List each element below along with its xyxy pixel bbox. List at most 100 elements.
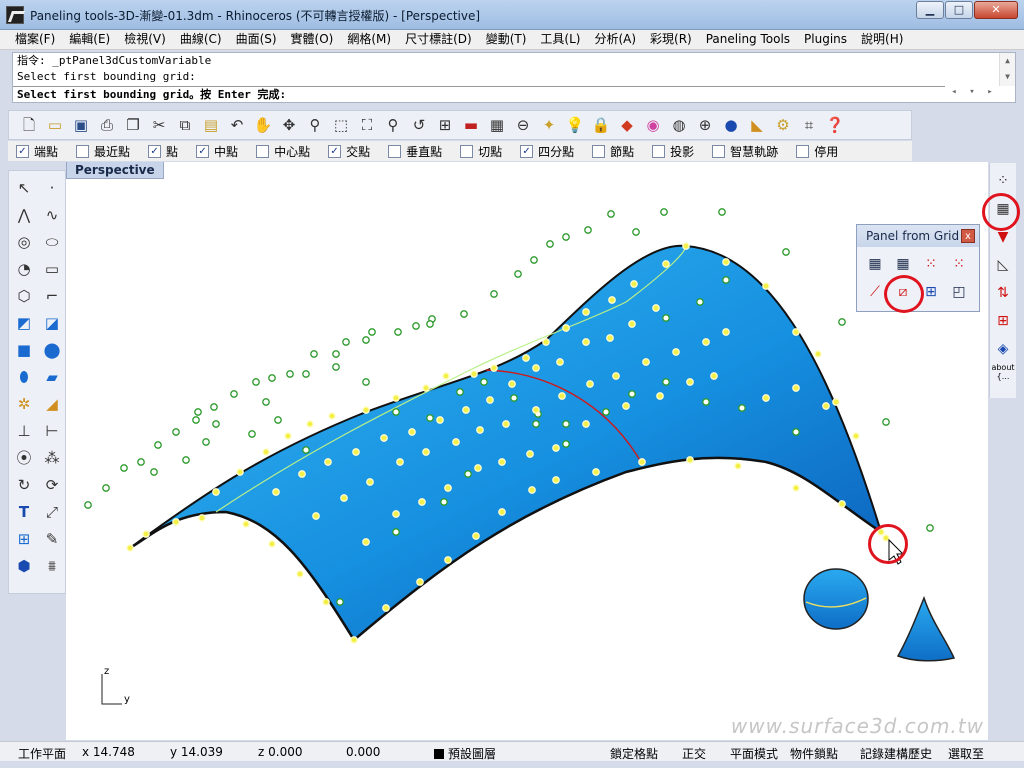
panel-grid-icon[interactable]: ▦ [861,250,889,278]
menu-plugins[interactable]: Plugins [797,30,854,49]
osnap-option[interactable]: 中心點 [256,143,310,160]
menu-edit[interactable]: 編輯(E) [62,30,117,49]
polyline-icon[interactable]: ⋀ [10,201,38,228]
menu-paneling-tools[interactable]: Paneling Tools [699,30,797,49]
osnap-option[interactable]: 垂直點 [388,143,442,160]
panel-custom-icon[interactable]: ⁙ [917,250,945,278]
pan-hand-icon[interactable]: ✋ [251,113,275,137]
osnap-checkbox[interactable] [796,144,810,158]
menu-curve[interactable]: 曲線(C) [173,30,229,49]
print-icon[interactable]: ⎙ [95,113,119,137]
status-snap-toggle[interactable]: 鎖定格點 [610,745,658,762]
settings-gears-icon[interactable]: ⚙ [771,113,795,137]
osnap-option[interactable]: ✓ 交點 [328,143,370,160]
status-history-toggle[interactable]: 記錄建構歷史 [860,745,932,762]
command-arrows[interactable]: ◂ ▾ ▸ [945,87,999,97]
move-icon[interactable]: ⊥ [10,417,38,444]
menu-solid[interactable]: 實體(O) [284,30,341,49]
extrude-surface-icon[interactable]: ◪ [38,309,66,336]
scale-icon[interactable]: ⤢ [38,498,66,525]
osnap-checkbox[interactable] [592,144,606,158]
status-osnap-toggle[interactable]: 物件鎖點 [790,745,838,762]
status-layer[interactable]: 預設圖層 [434,745,496,762]
car-icon[interactable]: ▬ [459,113,483,137]
rotate-icon[interactable]: ↻ [10,471,38,498]
point-light-icon[interactable]: ✦ [537,113,561,137]
osnap-checkbox[interactable] [460,144,474,158]
menu-tools[interactable]: 工具(L) [533,30,587,49]
menu-analyze[interactable]: 分析(A) [587,30,643,49]
menu-view[interactable]: 檢視(V) [117,30,173,49]
maximize-button[interactable]: □ [945,1,973,19]
rotate-3d-icon[interactable]: ⟳ [38,471,66,498]
help-icon[interactable]: ❓ [823,113,847,137]
grid-points-icon[interactable]: ⁘ [991,167,1015,195]
osnap-option[interactable]: ✓ 中點 [196,143,238,160]
fillet-icon[interactable]: ⌐ [38,282,66,309]
boolean-union-icon[interactable]: ⬤ [38,336,66,363]
paste-icon[interactable]: ▤ [199,113,223,137]
menu-mesh[interactable]: 網格(M) [340,30,398,49]
zoom-extents-icon[interactable]: ⛶ [355,113,379,137]
dimension-icon[interactable]: ⩩ [38,552,66,579]
rectangle-icon[interactable]: ▭ [38,255,66,282]
select-arrow-icon[interactable]: ↖ [10,174,38,201]
osnap-option[interactable]: 切點 [460,143,502,160]
sphere-mesh-icon[interactable]: ⊕ [693,113,717,137]
point-icon[interactable]: · [38,174,66,201]
osnap-option[interactable]: 智慧軌跡 [712,143,778,160]
grid-arrows-icon[interactable]: ⇅ [991,279,1015,307]
viewport-canvas[interactable]: z y [66,162,988,740]
curve-icon[interactable]: ∿ [38,201,66,228]
panel-bounding-icon[interactable]: ◰ [945,278,973,306]
polygon-icon[interactable]: ⬡ [10,282,38,309]
cut-icon[interactable]: ✂ [147,113,171,137]
osnap-option[interactable]: 停用 [796,143,838,160]
osnap-checkbox[interactable]: ✓ [16,144,29,158]
menu-render[interactable]: 彩現(R) [643,30,699,49]
arc-icon[interactable]: ◔ [10,255,38,282]
panel-title[interactable]: Panel from Grid x [857,225,979,247]
osnap-checkbox[interactable]: ✓ [148,144,162,158]
panel-close-button[interactable]: x [961,229,975,243]
osnap-option[interactable]: 投影 [652,143,694,160]
surface-corner-icon[interactable]: ◩ [10,309,38,336]
zoom-selected-icon[interactable]: ⚲ [381,113,405,137]
cylinder-icon[interactable]: ⬮ [10,363,38,390]
osnap-checkbox[interactable]: ✓ [196,144,210,158]
menu-transform[interactable]: 變動(T) [479,30,534,49]
group-icon[interactable]: ⁂ [38,444,66,471]
osnap-checkbox[interactable] [76,144,90,158]
new-file-icon[interactable]: 🗋 [17,113,41,137]
zoom-window-icon[interactable]: ⬚ [329,113,353,137]
grid-icon[interactable]: ▦ [485,113,509,137]
status-planar-toggle[interactable]: 平面模式 [730,745,778,762]
transform-gear-icon[interactable]: ✲ [10,390,38,417]
copy-icon[interactable]: ⧉ [173,113,197,137]
solid-tools-icon[interactable]: ⬢ [10,552,38,579]
open-folder-icon[interactable]: ▭ [43,113,67,137]
color-wheel-icon[interactable]: ◉ [641,113,665,137]
lock-icon[interactable]: 🔒 [589,113,613,137]
osnap-checkbox[interactable] [712,144,726,158]
cplane-icon[interactable]: ⊖ [511,113,535,137]
undo-icon[interactable]: ↶ [225,113,249,137]
render-sphere-icon[interactable]: ● [719,113,743,137]
mesh-plane-icon[interactable]: ▰ [38,363,66,390]
panel-grid-variable-icon[interactable]: ▦ [889,250,917,278]
osnap-checkbox[interactable] [388,144,402,158]
array-icon[interactable]: ⊞ [10,525,38,552]
osnap-checkbox[interactable]: ✓ [328,144,342,158]
about-button[interactable]: about {... [991,363,1015,391]
osnap-option[interactable]: ✓ 四分點 [520,143,574,160]
close-button[interactable]: ✕ [974,1,1018,19]
light-bulb-icon[interactable]: 💡 [563,113,587,137]
osnap-option[interactable]: 最近點 [76,143,130,160]
rotate-view-icon[interactable]: ✥ [277,113,301,137]
osnap-option[interactable]: ✓ 點 [148,143,178,160]
osnap-option[interactable]: 節點 [592,143,634,160]
viewport-title-tab[interactable]: Perspective [66,162,164,179]
red-panel-icon[interactable]: ⊞ [991,307,1015,335]
four-viewports-icon[interactable]: ⊞ [433,113,457,137]
boolean-icon[interactable]: ⦿ [10,444,38,471]
